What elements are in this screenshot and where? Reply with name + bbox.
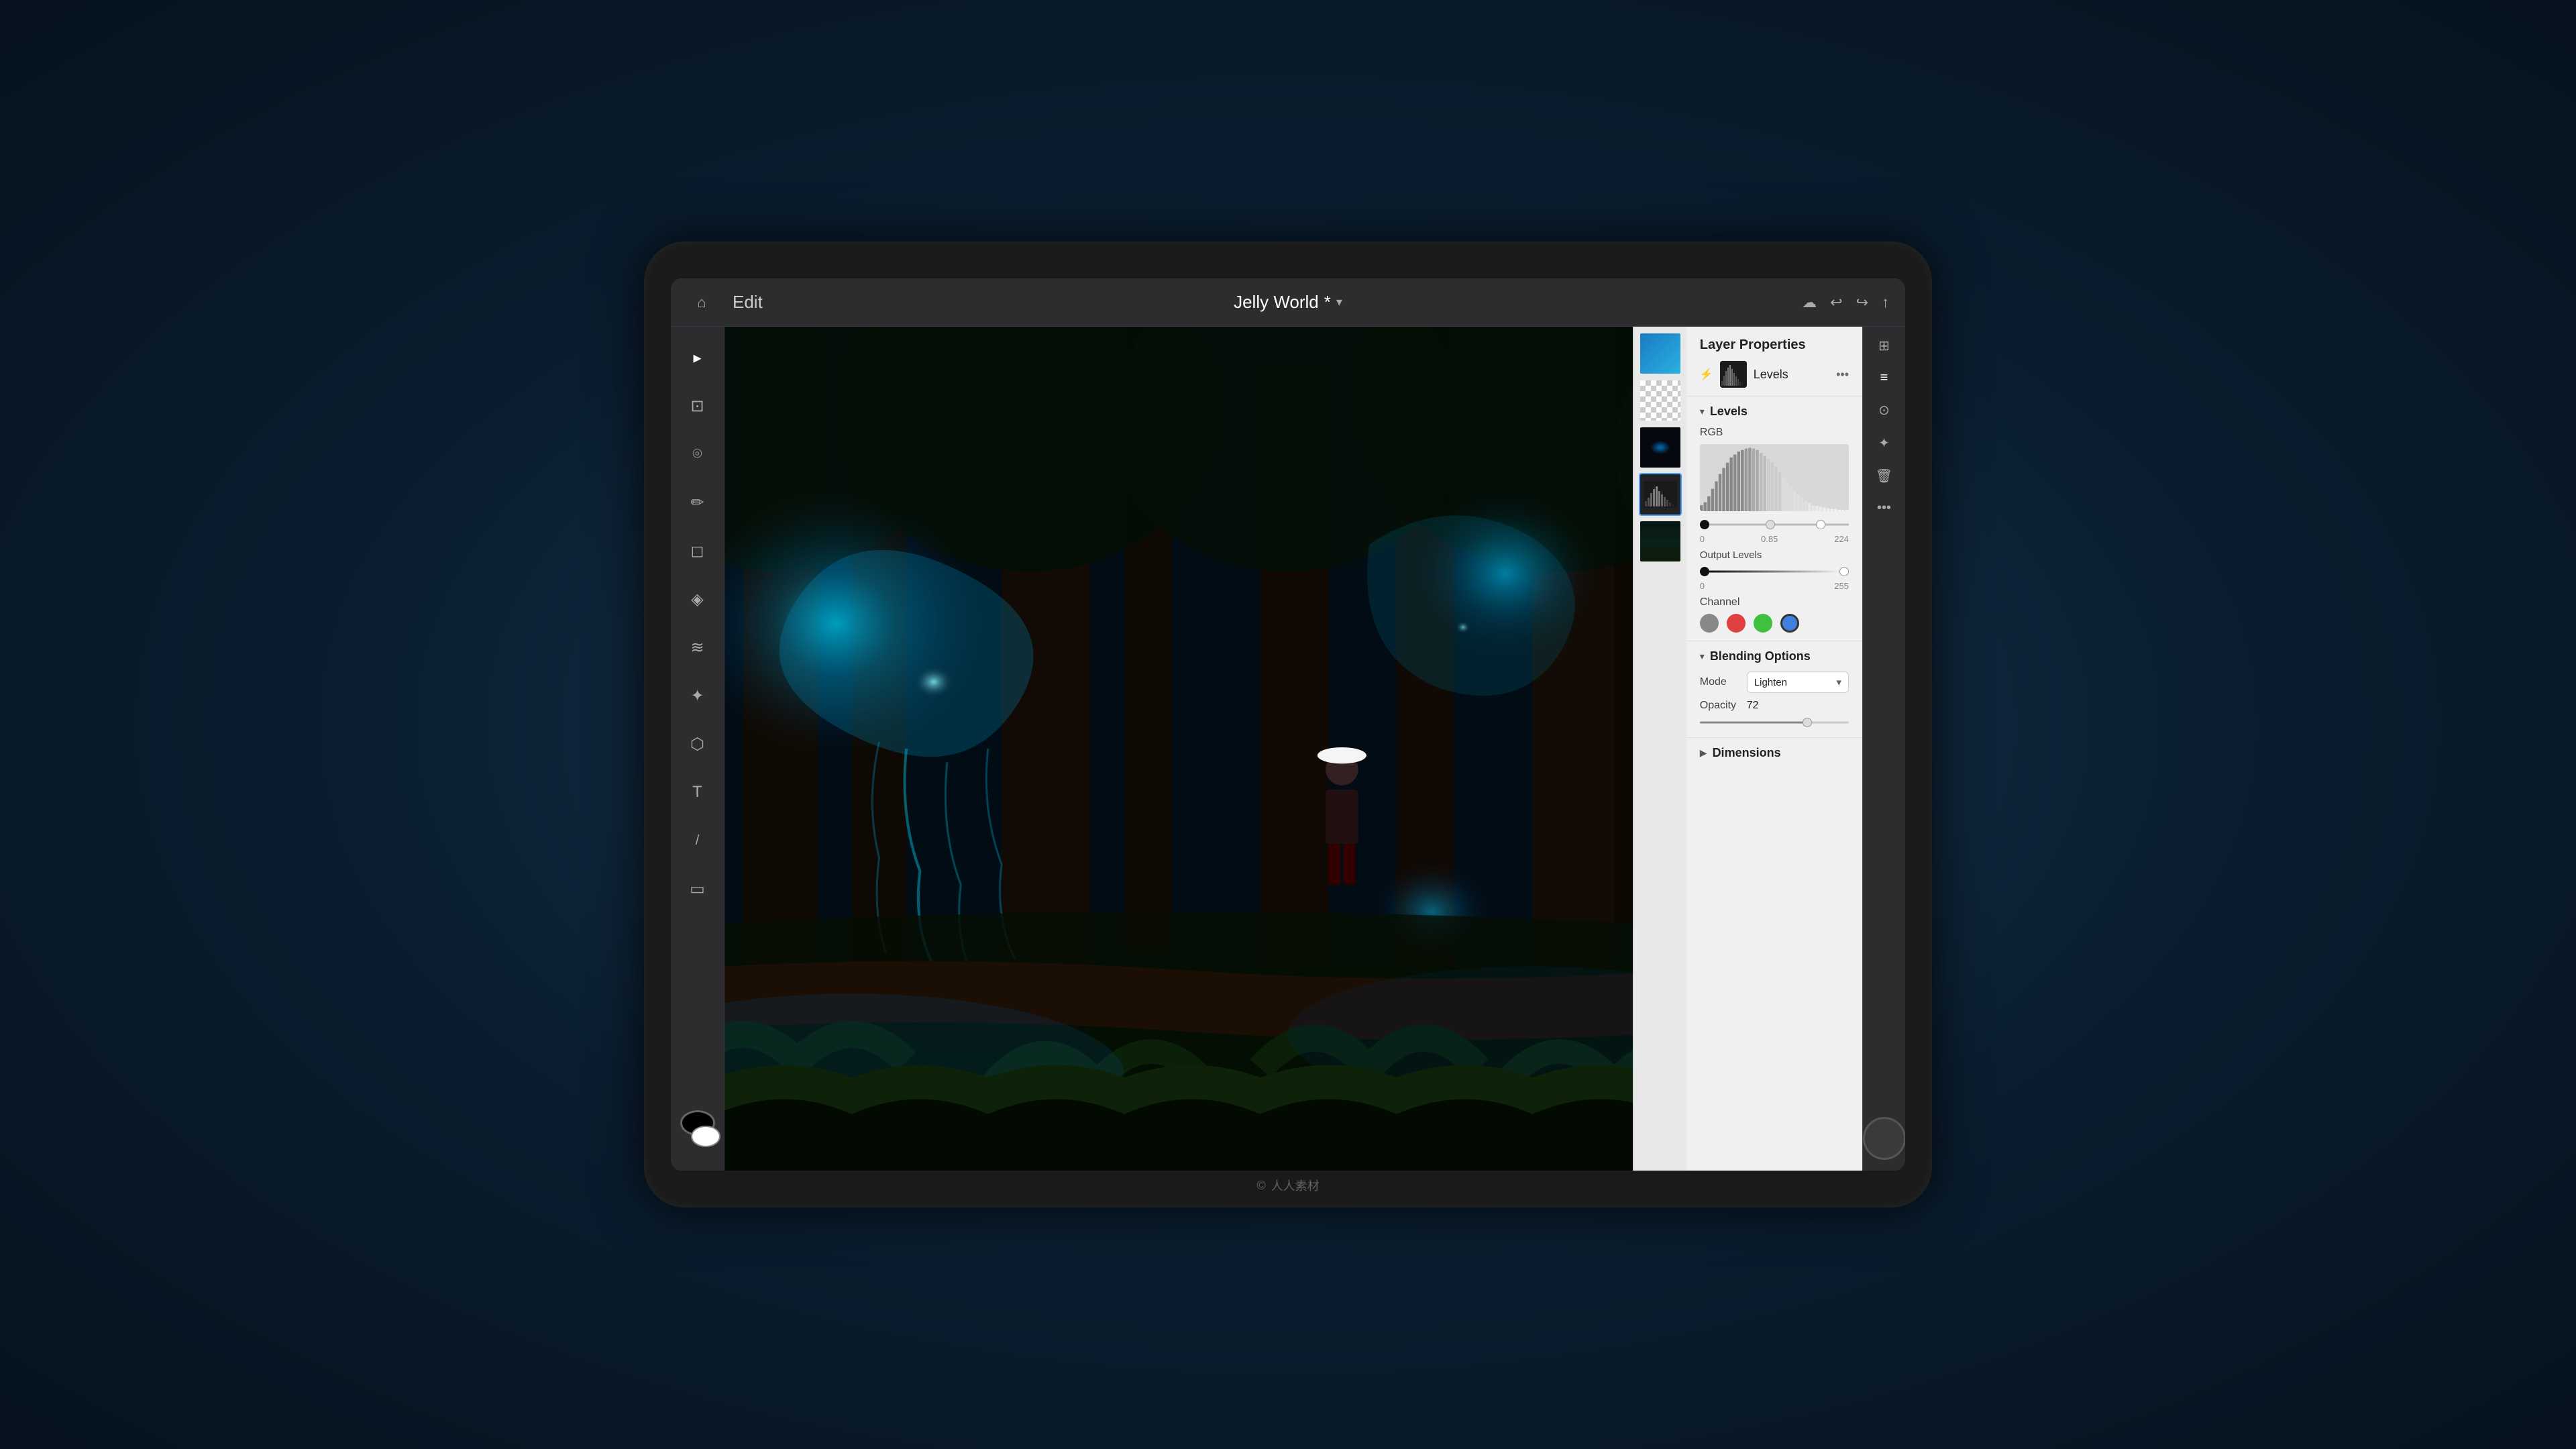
blending-title: Blending Options [1710,649,1811,663]
adjustments-panel-icon[interactable]: ≡ [1880,370,1888,386]
share-icon[interactable]: ↑ [1882,294,1889,311]
background-color[interactable] [691,1126,720,1147]
blending-section-header[interactable]: ▾ Blending Options [1700,649,1849,663]
canvas-artwork [724,327,1633,1171]
top-bar-right: ☁ ↩ ↪ ↑ [1802,294,1889,311]
eyedropper-tool[interactable]: ✦ [680,678,715,713]
channel-radio-group [1700,614,1849,633]
layer-more-button[interactable]: ••• [1836,368,1849,382]
home-button[interactable]: ⌂ [687,288,716,317]
layer-icon: ⚡ [1700,368,1713,381]
layer-item-levels[interactable] [1639,473,1682,516]
watermark: © 人人素材 [1256,1177,1319,1194]
blending-section: ▾ Blending Options Mode Lighten ▾ [1686,641,1862,738]
levels-section: ▾ Levels RGB [1686,396,1862,641]
opacity-value-display: 72 [1747,700,1759,712]
project-title: Jelly World * ▾ [1234,292,1342,313]
transform-tool[interactable]: ⊡ [680,388,715,423]
more-options-icon[interactable]: ••• [1877,500,1891,516]
output-black-thumb[interactable] [1700,567,1709,576]
input-mid-thumb[interactable] [1766,520,1775,529]
output-white-thumb[interactable] [1839,567,1849,576]
lasso-tool[interactable]: ⌾ [680,437,715,472]
right-area: Layer Properties ⚡ [1633,327,1905,1171]
chevron-down-icon[interactable]: ▾ [1336,295,1342,309]
dimensions-expand-icon: ▶ [1700,747,1707,759]
edit-label: Edit [733,292,763,313]
brush-tool[interactable]: ✏ [680,485,715,520]
undo-icon[interactable]: ↩ [1830,294,1842,311]
top-bar: ⌂ Edit Jelly World * ▾ ☁ ↩ ↪ ↑ [671,278,1905,327]
mode-row: Mode Lighten ▾ [1700,672,1849,693]
input-levels-labels: 0 0.85 224 [1700,534,1849,544]
properties-panel: Layer Properties ⚡ [1686,327,1862,1171]
channel-radio-red[interactable] [1727,614,1746,633]
rgb-label: RGB [1700,427,1849,439]
opacity-row: Opacity 72 [1700,700,1849,712]
layers-sidebar [1633,327,1686,1171]
layers-panel-icon[interactable]: ⊞ [1878,337,1890,354]
side-icon-panel: ⊞ ≡ ⊙ ✦ 🗑 ••• [1862,327,1905,1171]
layer-name-label: Levels [1754,368,1829,382]
layer-item-checker[interactable] [1639,379,1682,422]
layer-properties-title: Layer Properties [1700,337,1849,353]
channel-radio-gray[interactable] [1700,614,1719,633]
dimensions-title: Dimensions [1713,746,1781,760]
layer-row: ⚡ [1700,361,1849,388]
smudge-tool[interactable]: ≋ [680,630,715,665]
eraser-tool[interactable]: ◻ [680,533,715,568]
layer-thumbnail [1720,361,1747,388]
input-white-thumb[interactable] [1816,520,1825,529]
levels-section-header[interactable]: ▾ Levels [1700,405,1849,419]
tablet-screen: ⌂ Edit Jelly World * ▾ ☁ ↩ ↪ ↑ ▸ ⊡ ⌾ ✏ [671,278,1905,1171]
blending-collapse-icon: ▾ [1700,651,1705,662]
stamp-tool[interactable]: ◈ [680,582,715,616]
delete-icon[interactable]: 🗑 [1876,468,1892,484]
output-levels-labels: 0 255 [1700,581,1849,591]
layer-item-jellyfish[interactable] [1639,426,1682,469]
layer-item-forest[interactable] [1639,520,1682,563]
input-black-thumb[interactable] [1700,520,1709,529]
histogram [1700,444,1849,511]
navigation-wheel[interactable] [1863,1117,1906,1160]
channel-radio-green[interactable] [1754,614,1772,633]
text-tool[interactable]: T [680,775,715,810]
layer-item-gradient[interactable] [1639,332,1682,375]
shape-tool[interactable]: ⬡ [680,727,715,761]
tablet-frame: ⌂ Edit Jelly World * ▾ ☁ ↩ ↪ ↑ ▸ ⊡ ⌾ ✏ [644,241,1932,1208]
canvas-area[interactable] [724,327,1633,1171]
levels-title: Levels [1710,405,1748,419]
props-header: Layer Properties ⚡ [1686,327,1862,396]
redo-icon[interactable]: ↪ [1856,294,1868,311]
opacity-label: Opacity [1700,700,1740,712]
dimensions-section: ▶ Dimensions [1686,738,1862,768]
opacity-thumb[interactable] [1803,718,1812,727]
main-area: ▸ ⊡ ⌾ ✏ ◻ ◈ ≋ ✦ ⬡ T / ▭ [671,327,1905,1171]
effects-panel-icon[interactable]: ✦ [1878,435,1890,451]
select-tool[interactable]: ▸ [680,340,715,375]
levels-collapse-icon: ▾ [1700,406,1705,417]
mode-label: Mode [1700,676,1740,688]
cloud-icon[interactable]: ☁ [1802,294,1817,311]
watermark-icon: © [1256,1179,1265,1193]
pen-tool[interactable]: / [680,823,715,858]
channel-radio-blue[interactable] [1780,614,1799,633]
filters-panel-icon[interactable]: ⊙ [1878,402,1890,419]
mode-select[interactable]: Lighten ▾ [1747,672,1849,693]
output-levels-label: Output Levels [1700,549,1849,561]
dimensions-header[interactable]: ▶ Dimensions [1700,746,1849,760]
channel-label: Channel [1700,596,1849,608]
image-tool[interactable]: ▭ [680,871,715,906]
mode-dropdown-icon: ▾ [1836,676,1841,688]
left-toolbar: ▸ ⊡ ⌾ ✏ ◻ ◈ ≋ ✦ ⬡ T / ▭ [671,327,724,1171]
